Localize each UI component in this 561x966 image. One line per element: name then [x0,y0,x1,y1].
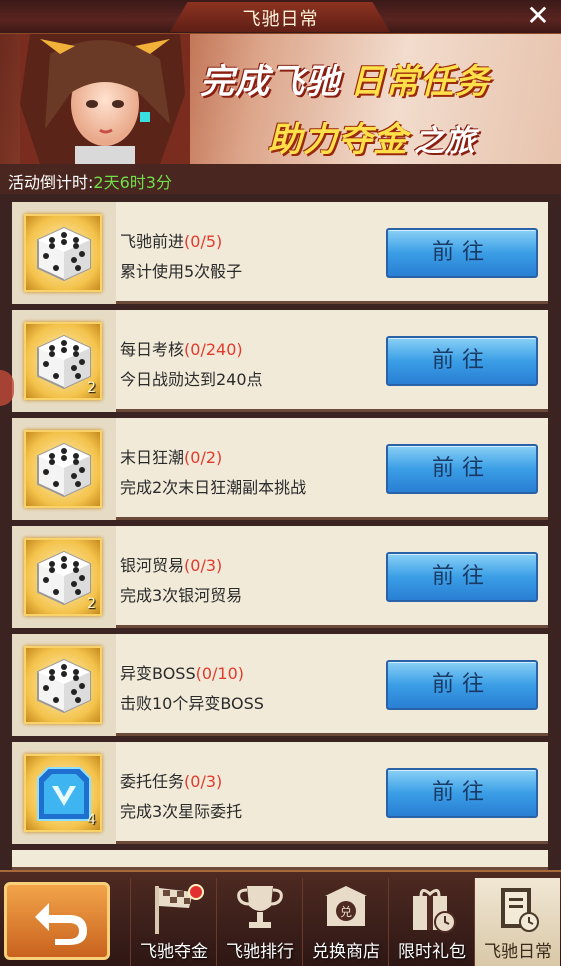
reward-qty: 2 [87,380,96,396]
task-desc: 累计使用5次骰子 [120,262,243,281]
blue-crystal-card-icon [37,767,91,821]
reward-frame[interactable] [24,214,102,292]
task-desc: 今日战勋达到240点 [120,370,263,389]
nav-item-label: 飞驰排行 [226,942,294,962]
reward-slot [12,202,116,304]
task-row: 异变BOSS(0/10) 击败10个异变BOSS 前往 [12,634,548,736]
task-desc: 完成2次末日狂潮副本挑战 [120,478,307,497]
task-progress: (0/3) [184,772,223,791]
reward-frame[interactable]: 4 [24,754,102,832]
task-desc: 击败10个异变BOSS [120,694,264,713]
task-desc: 完成3次星际委托 [120,802,243,821]
gift-clock-icon [413,889,456,933]
task-name: 异变BOSS(0/10) [120,664,245,683]
goto-button[interactable]: 前往 [386,552,538,602]
reward-frame[interactable] [24,430,102,508]
task-progress: (0/3) [184,556,223,575]
reward-slot: 2 [12,526,116,628]
banner-headline-1: 完成飞驰 日常任务 [200,62,490,102]
dice-icon [37,334,91,390]
bottom-nav: 飞驰夺金 飞驰排行 兑 兑换商店 限时礼包 飞驰日常 [0,870,561,966]
task-name: 银河贸易(0/3) [120,556,223,575]
shop-icon: 兑 [325,886,367,926]
goto-button[interactable]: 前往 [386,228,538,278]
task-desc: 完成3次银河贸易 [120,586,243,605]
character-portrait [20,34,190,164]
nav-item-label: 兑换商店 [312,942,380,962]
title-bar: 飞驰日常 ✕ [0,0,561,34]
dice-icon [37,226,91,282]
reward-slot: 2 [12,310,116,412]
event-banner: 完成飞驰 日常任务 助力夺金 之旅 [0,34,561,164]
reward-slot [12,418,116,520]
dice-icon [37,658,91,714]
goto-button[interactable]: 前往 [386,660,538,710]
nav-item-label: 飞驰日常 [484,942,552,962]
task-progress: (0/10) [195,664,245,683]
task-row: 2 每日考核(0/240) 今日战勋达到240点 前往 [12,310,548,412]
nav-item-feichi-richang[interactable]: 飞驰日常 [474,878,560,966]
countdown-value: 2天6时3分 [93,173,172,192]
nav-item-xianshi-libao[interactable]: 限时礼包 [388,878,474,966]
notification-badge [188,884,204,900]
goto-button[interactable]: 前往 [386,768,538,818]
task-row: 飞驰前进(0/5) 累计使用5次骰子 前往 [12,202,548,304]
task-name: 每日考核(0/240) [120,340,243,359]
task-row: 4 委托任务(0/3) 完成3次星际委托 前往 [12,742,548,844]
task-progress: (0/240) [184,340,243,359]
clipboard-clock-icon [501,888,539,932]
dice-icon [37,550,91,606]
event-countdown: 活动倒计时:2天6时3分 [0,164,561,194]
reward-slot [12,634,116,736]
reward-slot: 4 [12,742,116,844]
close-icon[interactable]: ✕ [523,2,553,32]
nav-item-label: 飞驰夺金 [140,942,208,962]
banner-headline-2: 助力夺金 之旅 [268,120,476,160]
nav-item-feichi-paihang[interactable]: 飞驰排行 [216,878,302,966]
task-name: 委托任务(0/3) [120,772,223,791]
nav-item-label: 限时礼包 [398,942,466,962]
reward-frame[interactable]: 2 [24,322,102,400]
reward-frame[interactable] [24,646,102,724]
task-name: 末日狂潮(0/2) [120,448,223,467]
countdown-label: 活动倒计时: [8,173,94,192]
task-row: 末日狂潮(0/2) 完成2次末日狂潮副本挑战 前往 [12,418,548,520]
task-row-partial [12,850,548,870]
goto-button[interactable]: 前往 [386,444,538,494]
task-name: 飞驰前进(0/5) [120,232,223,251]
trophy-icon [237,886,283,928]
back-arrow-icon [35,903,87,945]
window-title: 飞驰日常 [242,9,319,30]
task-progress: (0/5) [184,232,223,251]
task-row: 2 银河贸易(0/3) 完成3次银河贸易 前往 [12,526,548,628]
dice-icon [37,442,91,498]
nav-item-feichi-duojin[interactable]: 飞驰夺金 [130,878,216,966]
nav-item-duihuan-shangdian[interactable]: 兑 兑换商店 [302,878,388,966]
back-button[interactable] [4,882,110,960]
task-progress: (0/2) [184,448,223,467]
reward-qty: 4 [87,812,96,828]
reward-frame[interactable]: 2 [24,538,102,616]
task-list[interactable]: 飞驰前进(0/5) 累计使用5次骰子 前往 2 每日考核(0/240) 今日战勋… [0,194,561,870]
svg-text:兑: 兑 [340,905,352,919]
goto-button[interactable]: 前往 [386,336,538,386]
reward-qty: 2 [87,596,96,612]
